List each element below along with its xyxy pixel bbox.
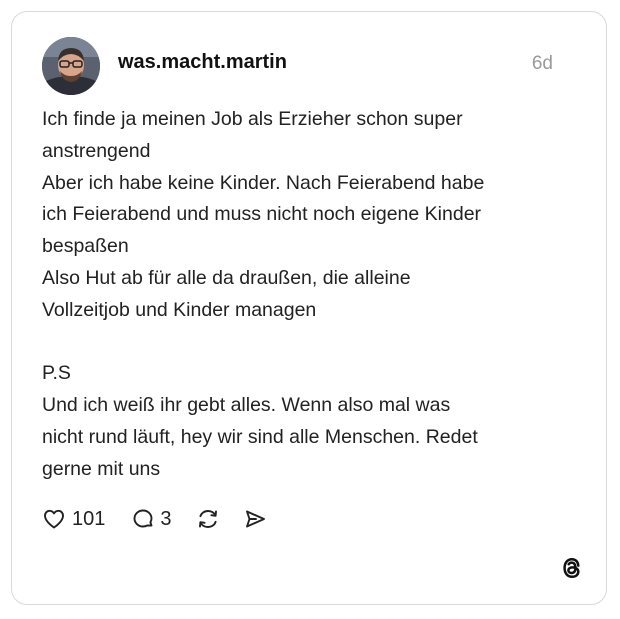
- repost-icon: [198, 510, 217, 528]
- post-text-line: Aber ich habe keine Kinder. Nach Feierab…: [42, 171, 485, 194]
- post-text-line: anstrengend: [42, 139, 151, 162]
- username[interactable]: was.macht.martin: [118, 51, 287, 74]
- avatar-image: [42, 37, 100, 95]
- post-text-line: Und ich weiß ihr gebt alles. Wenn also m…: [42, 394, 451, 417]
- send-icon: [245, 510, 265, 528]
- post-text-line: nicht rund läuft, hey wir sind alle Mens…: [42, 425, 478, 448]
- like-count: 101: [72, 507, 106, 530]
- reply-count: 3: [160, 507, 172, 530]
- post-text-line: Also Hut ab für alle da draußen, die all…: [42, 266, 411, 289]
- post-text-line: ich Feierabend und muss nicht noch eigen…: [42, 203, 482, 226]
- post-text-line: P.S: [42, 362, 71, 385]
- post-text-line: Ich finde ja meinen Job als Erzieher sch…: [42, 108, 463, 130]
- threads-logo-icon[interactable]: [560, 555, 584, 581]
- share-button[interactable]: [243, 507, 267, 531]
- post-card: was.macht.martin 6d Ich finde ja meinen …: [11, 11, 607, 605]
- like-button[interactable]: 101: [42, 507, 105, 531]
- post-text-line: bespaßen: [42, 235, 129, 258]
- post-text-line: Vollzeitjob und Kinder managen: [42, 298, 317, 321]
- post-text-line: gerne mit uns: [42, 457, 161, 480]
- reply-button[interactable]: 3: [131, 507, 172, 531]
- comment-bubble-icon: [133, 509, 153, 528]
- action-bar: 101 3: [42, 505, 267, 533]
- repost-button[interactable]: [196, 507, 220, 531]
- post-text: Ich finde ja meinen Job als Erzieher sch…: [42, 104, 562, 486]
- avatar[interactable]: [42, 37, 100, 95]
- threads-logo-glyph: [563, 557, 580, 579]
- heart-icon: [44, 509, 64, 529]
- post-time: 6d: [531, 53, 553, 74]
